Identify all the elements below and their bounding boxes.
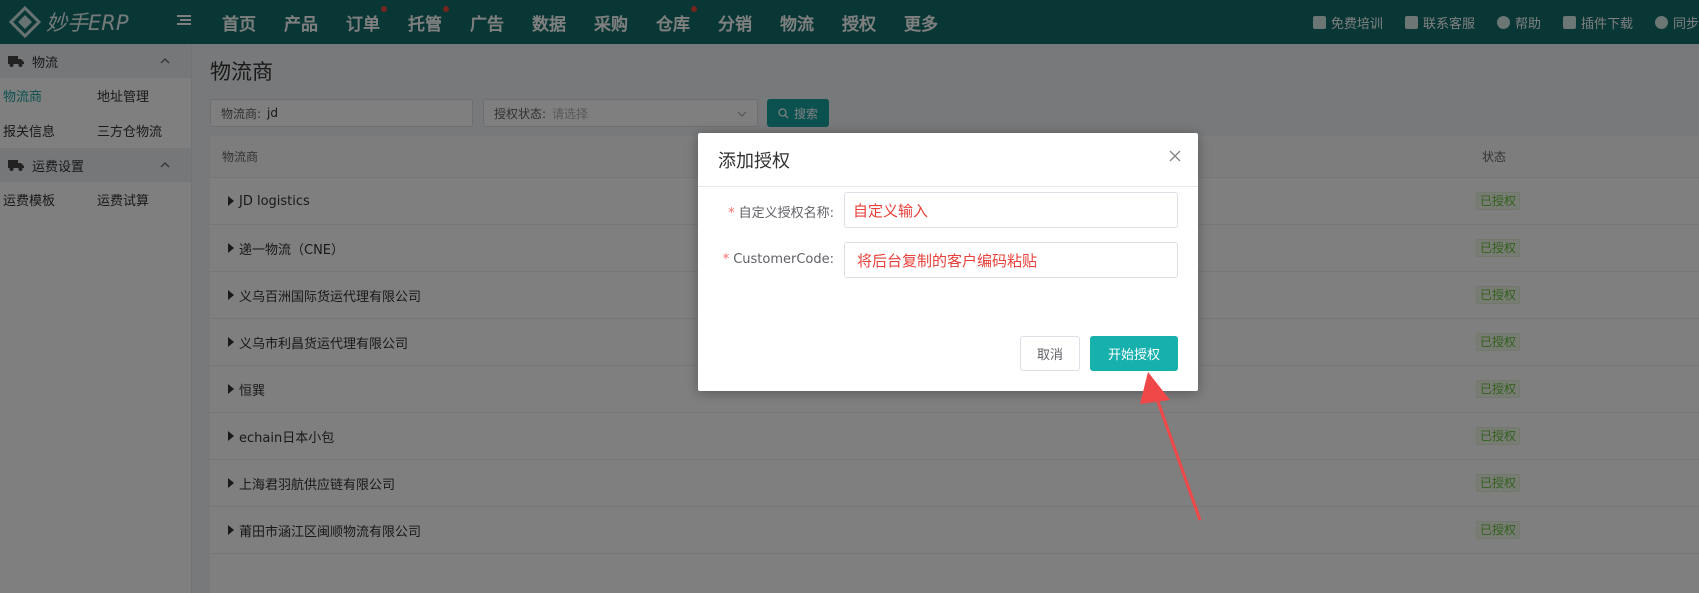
required-mark: * bbox=[728, 206, 735, 221]
customer-code-label: * CustomerCode: bbox=[723, 252, 834, 267]
required-mark: * bbox=[722, 252, 730, 267]
auth-name-label: * 自定义授权名称: bbox=[728, 202, 834, 221]
close-icon[interactable] bbox=[1168, 149, 1182, 163]
form-row-auth-name: * 自定义授权名称: bbox=[698, 192, 1198, 228]
auth-name-input[interactable] bbox=[844, 192, 1178, 228]
customer-code-label-text: CustomerCode: bbox=[733, 252, 834, 267]
form-row-customer-code: * CustomerCode: bbox=[698, 242, 1198, 278]
cancel-button[interactable]: 取消 bbox=[1020, 336, 1080, 371]
customer-code-input[interactable] bbox=[844, 242, 1178, 278]
dialog-title: 添加授权 bbox=[718, 151, 790, 172]
dialog-header: 添加授权 bbox=[698, 133, 1198, 187]
auth-name-label-text: 自定义授权名称: bbox=[738, 206, 834, 221]
start-authorization-button[interactable]: 开始授权 bbox=[1090, 336, 1178, 371]
add-authorization-dialog: 添加授权 *自定义授权名称: *CustomerCode: 取消 开始授权 bbox=[698, 133, 1198, 391]
